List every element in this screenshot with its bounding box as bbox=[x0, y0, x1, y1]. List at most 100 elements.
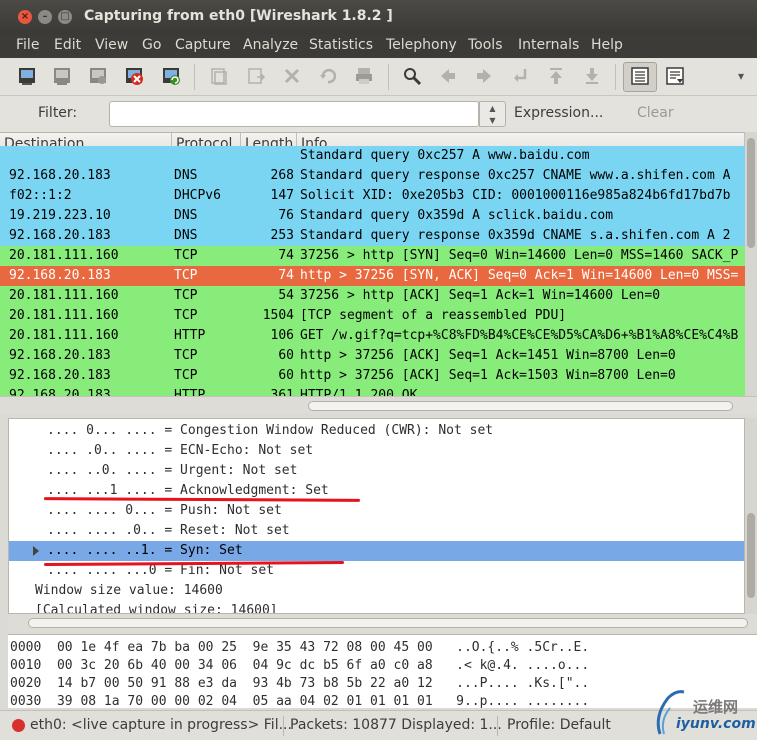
auto-scroll-icon[interactable] bbox=[664, 65, 686, 87]
expand-arrow-icon[interactable] bbox=[33, 546, 39, 556]
colorize-icon[interactable] bbox=[629, 65, 651, 87]
details-scrollbar[interactable] bbox=[745, 418, 757, 614]
cell-proto: HTTP bbox=[174, 388, 206, 396]
detail-line[interactable]: .... .0.. .... = ECN-Echo: Not set bbox=[9, 441, 744, 461]
scroll-thumb[interactable] bbox=[747, 513, 755, 598]
reload-icon[interactable] bbox=[317, 65, 339, 87]
profile-status[interactable]: Profile: Default bbox=[507, 717, 611, 733]
toolbar-overflow-icon[interactable]: ▾ bbox=[738, 69, 744, 83]
close-window-button[interactable]: × bbox=[18, 10, 32, 24]
filter-input[interactable] bbox=[109, 101, 479, 127]
detail-text: Window size value: 14600 bbox=[35, 583, 223, 598]
menu-edit[interactable]: Edit bbox=[54, 37, 81, 53]
interface-list-icon[interactable] bbox=[16, 65, 38, 87]
menu-go[interactable]: Go bbox=[142, 37, 161, 53]
filter-bar: Filter: ▲ ▼ Expression... Clear bbox=[0, 96, 757, 132]
capture-options-icon[interactable] bbox=[51, 65, 73, 87]
menu-capture[interactable]: Capture bbox=[175, 37, 231, 53]
find-icon[interactable] bbox=[401, 65, 423, 87]
save-file-icon[interactable] bbox=[245, 65, 267, 87]
watermark-url: iyunv.com bbox=[676, 716, 756, 732]
detail-text: .... .0.. .... = ECN-Echo: Not set bbox=[47, 443, 314, 458]
capture-start-icon[interactable] bbox=[87, 65, 109, 87]
table-row[interactable]: 92.168.20.183 TCP 60 http > 37256 [ACK] Seq… bbox=[0, 346, 745, 366]
cell-proto: DHCPv6 bbox=[174, 188, 221, 203]
cell-dst: 92.168.20.183 bbox=[9, 368, 111, 383]
print-icon[interactable] bbox=[353, 65, 375, 87]
menu-analyze[interactable]: Analyze bbox=[243, 37, 298, 53]
table-row[interactable]: 20.181.111.160 TCP 74 37256 > http [SYN] Se… bbox=[0, 246, 745, 266]
detail-line[interactable]: .... ..0. .... = Urgent: Not set bbox=[9, 461, 744, 481]
menu-internals[interactable]: Internals bbox=[518, 37, 579, 53]
watermark-text: 运维网 bbox=[693, 698, 739, 716]
table-row[interactable]: 92.168.20.183 HTTP 361 HTTP/1.1 200 OK bbox=[0, 386, 745, 396]
go-back-icon[interactable] bbox=[437, 65, 459, 87]
cell-len: 74 bbox=[278, 268, 294, 283]
expression-button[interactable]: Expression... bbox=[514, 105, 603, 121]
scroll-thumb[interactable] bbox=[747, 138, 755, 248]
open-file-icon[interactable] bbox=[208, 65, 230, 87]
maximize-window-button[interactable]: □ bbox=[58, 10, 72, 24]
menu-view[interactable]: View bbox=[95, 37, 128, 53]
table-row[interactable]: 92.168.20.183 DNS 253 Standard query respon… bbox=[0, 226, 745, 246]
hex-dump-line[interactable]: 0020 14 b7 00 50 91 88 e3 da 93 4b 73 b8… bbox=[10, 675, 589, 693]
go-first-icon[interactable] bbox=[545, 65, 567, 87]
capture-stop-icon[interactable] bbox=[123, 65, 145, 87]
table-row[interactable]: 20.181.111.160 TCP 54 37256 > http [ACK] Se… bbox=[0, 286, 745, 306]
clear-button[interactable]: Clear bbox=[637, 105, 674, 121]
toolbar-separator bbox=[388, 64, 389, 90]
table-row[interactable]: 19.219.223.10 DNS 76 Standard query 0x359d … bbox=[0, 206, 745, 226]
table-row[interactable]: 20.181.111.160 HTTP 106 GET /w.gif?q=tcp+%C… bbox=[0, 326, 745, 346]
packet-list-scrollbar[interactable] bbox=[745, 132, 757, 396]
cell-dst: 20.181.111.160 bbox=[9, 288, 119, 303]
detail-text: .... ..0. .... = Urgent: Not set bbox=[47, 463, 298, 478]
menu-telephony[interactable]: Telephony bbox=[386, 37, 457, 53]
go-last-icon[interactable] bbox=[581, 65, 603, 87]
cell-proto: TCP bbox=[174, 268, 198, 283]
packet-list: Destination Protocol Length Info Standar… bbox=[0, 132, 745, 396]
table-row-selected[interactable]: 92.168.20.183 TCP 74 http > 37256 [SYN, ACK… bbox=[0, 266, 745, 286]
window-title: Capturing from eth0 [Wireshark 1.8.2 ] bbox=[84, 8, 393, 24]
cell-info: 37256 > http [ACK] Seq=1 Ack=1 Win=14600… bbox=[300, 288, 661, 303]
cell-info: [TCP segment of a reassembled PDU] bbox=[300, 308, 567, 323]
menu-file[interactable]: File bbox=[16, 37, 39, 53]
cell-len: 60 bbox=[278, 368, 294, 383]
menu-tools[interactable]: Tools bbox=[468, 37, 503, 53]
table-row[interactable]: 92.168.20.183 DNS 268 Standard query respon… bbox=[0, 166, 745, 186]
scroll-thumb[interactable] bbox=[28, 618, 748, 628]
detail-line[interactable]: .... .... .0.. = Reset: Not set bbox=[9, 521, 744, 541]
hex-dump-line[interactable]: 0010 00 3c 20 6b 40 00 34 06 04 9c dc b5… bbox=[10, 657, 589, 675]
minimize-window-button[interactable]: – bbox=[38, 10, 52, 24]
go-to-packet-icon[interactable] bbox=[509, 65, 531, 87]
capture-restart-icon[interactable] bbox=[160, 65, 182, 87]
table-row-partial[interactable]: Standard query 0xc257 A www.baidu.com bbox=[0, 146, 745, 166]
cell-dst: 92.168.20.183 bbox=[9, 348, 111, 363]
go-forward-icon[interactable] bbox=[473, 65, 495, 87]
cell-info: http > 37256 [ACK] Seq=1 Ack=1503 Win=87… bbox=[300, 368, 676, 383]
detail-line[interactable]: Window size value: 14600 bbox=[9, 581, 744, 601]
recording-icon[interactable] bbox=[12, 719, 25, 732]
packet-count-status: Packets: 10877 Displayed: 1... bbox=[290, 717, 502, 733]
table-row[interactable]: 20.181.111.160 TCP 1504 [TCP segment of a r… bbox=[0, 306, 745, 326]
hex-dump-line[interactable]: 0000 00 1e 4f ea 7b ba 00 25 9e 35 43 72… bbox=[10, 639, 589, 657]
details-hscrollbar[interactable] bbox=[8, 614, 757, 632]
menu-help[interactable]: Help bbox=[591, 37, 623, 53]
filter-dropdown-button[interactable]: ▲ ▼ bbox=[479, 101, 506, 127]
close-file-icon[interactable] bbox=[281, 65, 303, 87]
main-toolbar: ▾ bbox=[0, 58, 757, 96]
status-separator bbox=[497, 716, 498, 736]
cell-dst: 92.168.20.183 bbox=[9, 268, 111, 283]
packet-list-hscrollbar[interactable] bbox=[0, 396, 757, 414]
detail-line[interactable]: .... 0... .... = Congestion Window Reduc… bbox=[9, 421, 744, 441]
detail-line-selected[interactable]: .... .... ..1. = Syn: Set bbox=[9, 541, 744, 561]
table-row[interactable]: f02::1:2 DHCPv6 147 Solicit XID: 0xe205b3 C… bbox=[0, 186, 745, 206]
table-row[interactable]: 92.168.20.183 TCP 60 http > 37256 [ACK] Seq… bbox=[0, 366, 745, 386]
scroll-thumb[interactable] bbox=[308, 401, 733, 411]
menu-statistics[interactable]: Statistics bbox=[309, 37, 373, 53]
detail-text: .... 0... .... = Congestion Window Reduc… bbox=[47, 423, 494, 438]
chevron-up-icon: ▲ bbox=[489, 104, 496, 113]
hex-dump-line[interactable]: 0030 39 08 1a 70 00 00 02 04 05 aa 04 02… bbox=[10, 693, 589, 708]
detail-line[interactable]: .... .... 0... = Push: Not set bbox=[9, 501, 744, 521]
detail-line[interactable]: [Calculated window size: 14600] bbox=[9, 601, 744, 613]
cell-dst: 92.168.20.183 bbox=[9, 228, 111, 243]
